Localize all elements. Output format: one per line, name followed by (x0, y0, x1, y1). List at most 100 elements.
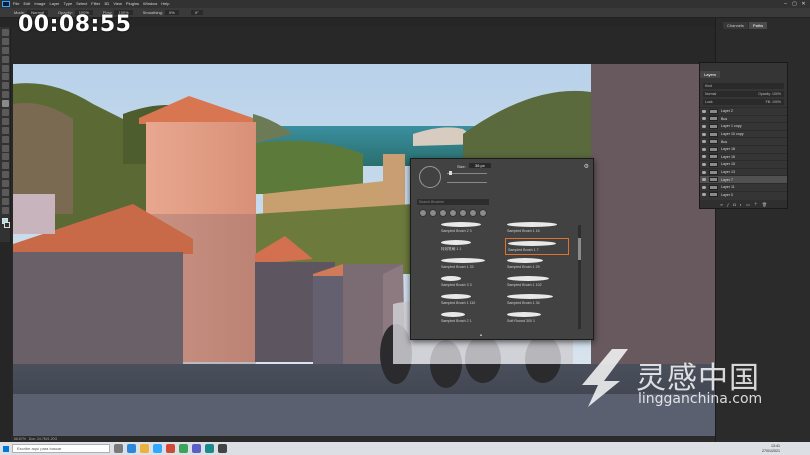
brush-preset[interactable]: Sampled Brush 1 7 (505, 238, 569, 255)
brush-tool-icon[interactable] (1, 100, 9, 108)
eye-icon[interactable] (702, 170, 706, 174)
opacity-field[interactable]: Opacity: 100% (758, 91, 781, 97)
brush-preset[interactable]: Sampled Brush 1 16 (505, 220, 569, 237)
brush-preset[interactable]: Sampled Brush 1 102 (505, 274, 569, 291)
recent-brush[interactable] (419, 209, 427, 217)
layer-row[interactable]: Layer 13 (700, 167, 787, 176)
brush-preset[interactable]: Sampled Brush 2 1 (439, 310, 503, 327)
background-color-swatch[interactable] (3, 221, 10, 228)
menu-plugins[interactable]: Plugins (126, 0, 139, 8)
smoothing-control[interactable]: Smoothing: 0% (143, 10, 179, 15)
eye-icon[interactable] (702, 155, 706, 159)
brush-preset[interactable]: Sampled Brush 1 33 (439, 256, 503, 273)
maximize-icon[interactable]: ▢ (790, 0, 799, 8)
type-tool-icon[interactable] (1, 171, 9, 179)
brush-preset[interactable]: Soft Round 300 1 (505, 310, 569, 327)
eye-icon[interactable] (702, 162, 706, 166)
crop-tool-icon[interactable] (1, 64, 9, 72)
layer-row[interactable]: Layer 0 (700, 190, 787, 199)
app-icon[interactable] (192, 444, 201, 453)
history-brush-tool-icon[interactable] (1, 117, 9, 125)
eye-icon[interactable] (702, 132, 706, 136)
brush-preset[interactable]: Sampled Brush 2 3 (439, 220, 503, 237)
fx-icon[interactable]: ƒ (727, 202, 729, 207)
quick-select-tool-icon[interactable] (1, 55, 9, 63)
path-select-tool-icon[interactable] (1, 180, 9, 188)
brush-preset[interactable]: Sampled Brush 3 3 (439, 274, 503, 291)
menu-file[interactable]: File (13, 0, 19, 8)
tab-layers[interactable]: Layers (700, 71, 721, 78)
new-layer-icon[interactable]: ＋ (754, 201, 758, 207)
menu-type[interactable]: Type (64, 0, 73, 8)
group-icon[interactable]: ▭ (746, 202, 750, 207)
menu-select[interactable]: Select (76, 0, 87, 8)
layer-row[interactable]: Layer 7 (700, 175, 787, 183)
lasso-tool-icon[interactable] (1, 46, 9, 54)
menu-layer[interactable]: Layer (49, 0, 59, 8)
hardness-slider[interactable] (447, 182, 487, 183)
shape-tool-icon[interactable] (1, 189, 9, 197)
dodge-tool-icon[interactable] (1, 153, 9, 161)
app-icon[interactable] (166, 444, 175, 453)
app-icon[interactable] (179, 444, 188, 453)
menu-image[interactable]: Image (34, 0, 45, 8)
eyedropper-tool-icon[interactable] (1, 82, 9, 90)
recent-brush[interactable] (439, 209, 447, 217)
recent-brush[interactable] (459, 209, 467, 217)
tab-paths[interactable]: Paths (748, 22, 768, 29)
size-field[interactable]: 36 px (469, 163, 491, 168)
link-layers-icon[interactable]: ∞ (720, 202, 723, 207)
brush-preset[interactable]: 特效笔刷 1 1 (439, 238, 503, 255)
brush-preset[interactable]: Sampled Brush 1 34 (505, 292, 569, 309)
size-slider[interactable] (447, 173, 487, 174)
fill-field[interactable]: Fill: 100% (766, 99, 781, 105)
task-view-icon[interactable] (114, 444, 123, 453)
layer-filter-row[interactable]: Kind (703, 83, 784, 89)
menu-filter[interactable]: Filter (91, 0, 100, 8)
brush-preset[interactable]: Sampled Brush 1 110 (439, 292, 503, 309)
size-slider-handle[interactable] (449, 171, 452, 175)
eye-icon[interactable] (702, 117, 706, 121)
eye-icon[interactable] (702, 109, 706, 113)
file-explorer-icon[interactable] (140, 444, 149, 453)
eye-icon[interactable] (702, 193, 706, 197)
kind-filter[interactable]: Kind (705, 83, 712, 89)
eye-icon[interactable] (702, 124, 706, 128)
gear-icon[interactable]: ⚙ (584, 163, 589, 170)
edge-icon[interactable] (127, 444, 136, 453)
eye-icon[interactable] (702, 147, 706, 151)
layer-row[interactable]: Layer 16 (700, 152, 787, 161)
menu-edit[interactable]: Edit (23, 0, 30, 8)
recent-brush[interactable] (449, 209, 457, 217)
healing-tool-icon[interactable] (1, 91, 9, 99)
delete-layer-icon[interactable]: 🗑 (762, 202, 767, 207)
app-icon[interactable] (205, 444, 214, 453)
stamp-tool-icon[interactable] (1, 109, 9, 117)
frame-tool-icon[interactable] (1, 73, 9, 81)
layer-row[interactable]: Layer 10 copy (700, 129, 787, 138)
resize-handle-icon[interactable]: ▲ (479, 332, 483, 337)
mask-icon[interactable]: ◘ (733, 202, 735, 207)
gradient-tool-icon[interactable] (1, 135, 9, 143)
layer-row[interactable]: Layer 18 (700, 144, 787, 153)
blend-mode-select[interactable]: Normal (705, 91, 716, 97)
menu-help[interactable]: Help (161, 0, 169, 8)
angle-control[interactable]: 0° (189, 10, 203, 15)
tab-channels[interactable]: Channels (723, 22, 748, 29)
brush-search-input[interactable]: Search Brushes (417, 199, 489, 205)
photoshop-icon[interactable] (153, 444, 162, 453)
zoom-tool-icon[interactable] (1, 206, 9, 214)
minimize-icon[interactable]: – (781, 0, 790, 8)
menu-window[interactable]: Window (143, 0, 157, 8)
recent-brush[interactable] (479, 209, 487, 217)
eraser-tool-icon[interactable] (1, 126, 9, 134)
move-tool-icon[interactable] (1, 29, 9, 36)
layer-row[interactable]: Layer 1 copy (700, 122, 787, 130)
eye-icon[interactable] (702, 178, 706, 182)
layer-row[interactable]: Layer 11 (700, 182, 787, 191)
layer-row[interactable]: Bus (700, 114, 787, 123)
photoshop-logo-icon[interactable] (2, 1, 10, 7)
adjustment-icon[interactable]: ◐ (740, 202, 742, 207)
brush-angle-preview[interactable] (419, 166, 441, 188)
eye-icon[interactable] (702, 140, 706, 144)
